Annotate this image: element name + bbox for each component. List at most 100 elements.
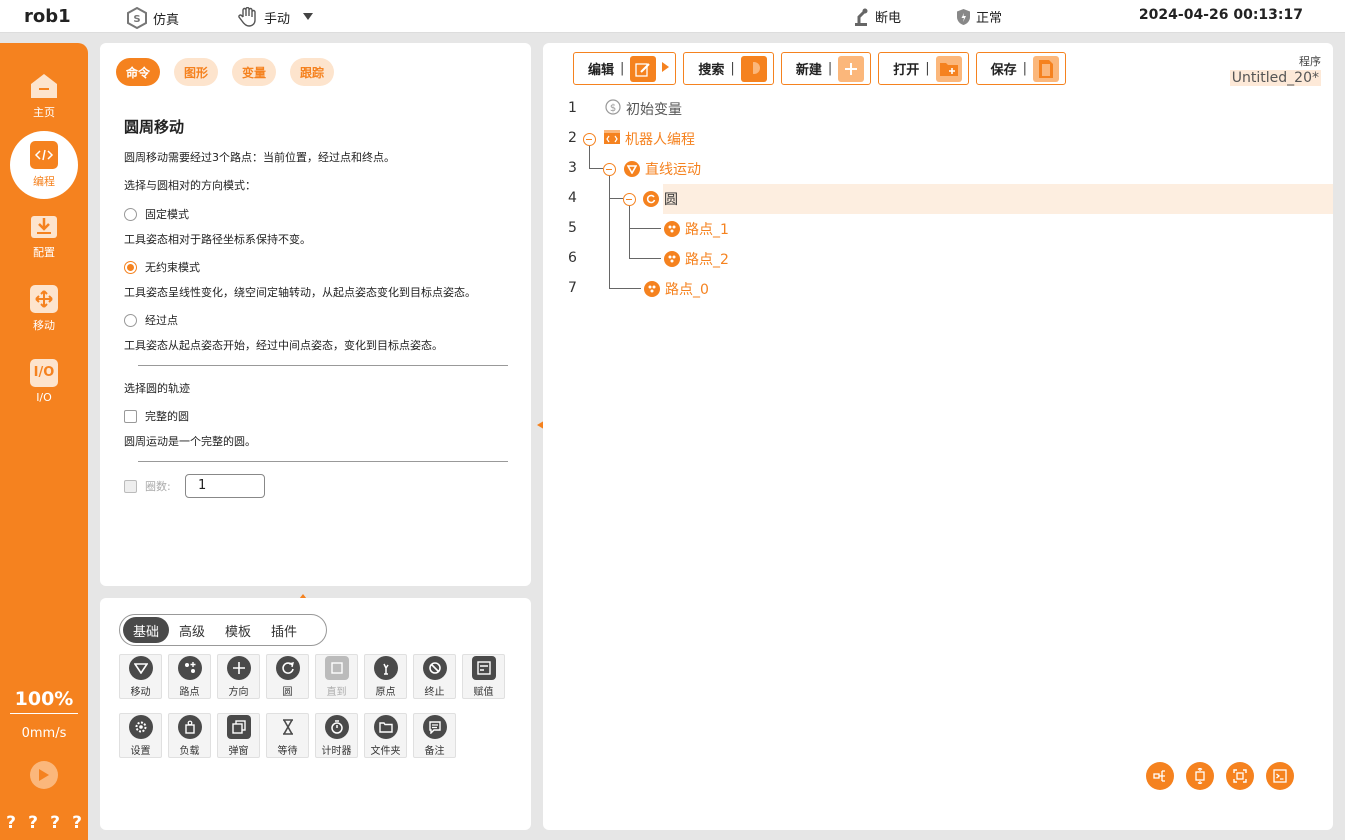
palette-settings-button[interactable]: 设置 xyxy=(119,713,162,758)
sidebar-item-config[interactable]: 配置 xyxy=(0,203,88,269)
palette-folder-button[interactable]: 文件夹 xyxy=(364,713,407,758)
option-description: 工具姿态相对于路径坐标系保持不变。 xyxy=(124,233,311,246)
simulation-indicator[interactable]: S 仿真 xyxy=(126,7,179,29)
expand-tree-button[interactable] xyxy=(1146,762,1174,790)
radio-via-point[interactable] xyxy=(124,313,137,327)
tab-basic[interactable]: 基础 xyxy=(123,617,170,643)
tree-node[interactable]: 路点_2 xyxy=(664,249,729,269)
console-button[interactable] xyxy=(1266,762,1294,790)
search-icon xyxy=(740,55,767,82)
program-line[interactable]: 3 直线运动 xyxy=(543,154,1333,184)
program-name[interactable]: Untitled_20* xyxy=(1229,70,1321,86)
laps-input[interactable]: 1 xyxy=(185,474,265,498)
program-line-selected[interactable]: 4 圆 xyxy=(568,184,1333,214)
option-unconstrained-mode[interactable]: 无约束模式 xyxy=(124,259,200,275)
option-label: 无约束模式 xyxy=(145,261,200,274)
power-indicator[interactable]: 断电 xyxy=(852,7,901,26)
tab-templates[interactable]: 模板 xyxy=(215,617,261,643)
option-fixed-mode[interactable]: 固定模式 xyxy=(124,206,189,222)
palette-stop-button[interactable]: 终止 xyxy=(413,654,456,699)
play-icon xyxy=(39,769,49,781)
sidebar-item-programming[interactable]: 编程 xyxy=(10,131,78,199)
hand-icon xyxy=(237,7,259,27)
palette-move-button[interactable]: 移动 xyxy=(119,654,162,699)
tab-plugins[interactable]: 插件 xyxy=(261,617,307,643)
tab-variables[interactable]: 变量 xyxy=(232,58,277,86)
tree-node[interactable]: 机器人编程 xyxy=(604,129,695,149)
palette-until-button[interactable]: 直到 xyxy=(315,654,358,699)
line-number: 4 xyxy=(568,190,577,206)
tree-node[interactable]: 路点_0 xyxy=(644,279,709,299)
collapse-toggle[interactable] xyxy=(583,133,596,146)
program-toolbar: 编辑 | 搜索 | 新建 | 打开 | 保存 | xyxy=(573,52,1067,85)
tab-command[interactable]: 命令 xyxy=(116,58,161,86)
palette-label: 弹窗 xyxy=(228,745,249,757)
status-mark[interactable]: ? xyxy=(50,813,60,833)
sidebar-item-move[interactable]: 移动 xyxy=(0,276,88,342)
program-line[interactable]: 1 $ 初始变量 xyxy=(543,94,1333,124)
sidebar-item-label: 编程 xyxy=(33,175,55,188)
tab-graphics[interactable]: 图形 xyxy=(174,58,219,86)
tree-node[interactable]: 直线运动 xyxy=(624,159,701,179)
palette-wait-button[interactable]: 等待 xyxy=(266,713,309,758)
robot-name[interactable]: rob1 xyxy=(24,6,71,27)
option-via-point[interactable]: 经过点 xyxy=(124,312,178,328)
command-description: 圆周移动需要经过3个路点：当前位置，经过点和终点。 xyxy=(124,151,395,164)
shield-icon xyxy=(956,8,971,26)
program-line[interactable]: 6 路点_2 xyxy=(543,244,1333,274)
terminal-icon xyxy=(1273,769,1287,783)
status-mark[interactable]: ? xyxy=(72,813,82,833)
option-description: 工具姿态从起点姿态开始，经过中间点姿态，变化到目标点姿态。 xyxy=(124,339,443,352)
palette-timer-button[interactable]: 计时器 xyxy=(315,713,358,758)
line-number: 6 xyxy=(568,250,577,266)
collapse-toggle[interactable] xyxy=(603,163,616,176)
tree-node[interactable]: 圆 xyxy=(643,189,678,209)
node-label: 路点_2 xyxy=(685,252,729,268)
program-line[interactable]: 2 机器人编程 xyxy=(543,124,1333,154)
status-mark[interactable]: ? xyxy=(6,813,16,833)
search-label: 搜索 xyxy=(698,63,725,78)
svg-text:S: S xyxy=(133,14,140,25)
tree-node[interactable]: 路点_1 xyxy=(664,219,729,239)
fit-vertical-button[interactable] xyxy=(1186,762,1214,790)
program-line[interactable]: 5 路点_1 xyxy=(543,214,1333,244)
program-line[interactable]: 7 路点_0 xyxy=(543,274,1333,304)
radio-fixed[interactable] xyxy=(124,207,137,221)
play-button[interactable] xyxy=(30,761,58,789)
sidebar-item-home[interactable]: 主页 xyxy=(0,63,88,129)
full-circle-option[interactable]: 完整的圆 xyxy=(124,408,189,424)
tab-trace[interactable]: 跟踪 xyxy=(290,58,335,86)
speed-percent[interactable]: 100% xyxy=(0,688,88,710)
palette-payload-button[interactable]: 负载 xyxy=(168,713,211,758)
tab-advanced[interactable]: 高级 xyxy=(169,617,215,643)
program-view-tools xyxy=(1146,762,1294,790)
radio-unconstrained[interactable] xyxy=(124,260,137,274)
sidebar-item-label: 主页 xyxy=(33,106,55,119)
tree-node[interactable]: $ 初始变量 xyxy=(605,99,682,119)
palette-label: 设置 xyxy=(130,745,151,757)
edit-button[interactable]: 编辑 | xyxy=(573,52,677,85)
search-button[interactable]: 搜索 | xyxy=(683,52,774,85)
palette-circle-button[interactable]: 圆 xyxy=(266,654,309,699)
sidebar-item-io[interactable]: I/O I/O xyxy=(0,348,88,414)
laps-checkbox[interactable] xyxy=(124,479,137,493)
status-indicator[interactable]: 正常 xyxy=(956,7,1002,26)
mode-dropdown[interactable]: 手动 xyxy=(237,7,314,27)
palette-popup-button[interactable]: 弹窗 xyxy=(217,713,260,758)
waypoint-icon xyxy=(644,281,660,297)
option-label: 固定模式 xyxy=(145,208,189,221)
open-button[interactable]: 打开 | xyxy=(878,52,969,85)
palette-direction-button[interactable]: 方向 xyxy=(217,654,260,699)
palette-comment-button[interactable]: 备注 xyxy=(413,713,456,758)
new-button[interactable]: 新建 | xyxy=(780,52,872,85)
palette-assign-button[interactable]: 赋值 xyxy=(462,654,505,699)
full-circle-checkbox[interactable] xyxy=(124,409,137,423)
save-button[interactable]: 保存 | xyxy=(975,52,1067,85)
program-tree: 1 $ 初始变量 2 机器人编程 3 直线运动 4 圆 5 路点_1 6 路点_… xyxy=(543,94,1333,304)
fit-screen-button[interactable] xyxy=(1226,762,1254,790)
palette-waypoint-button[interactable]: 路点 xyxy=(168,654,211,699)
line-number: 2 xyxy=(568,130,577,146)
status-mark[interactable]: ? xyxy=(28,813,38,833)
collapse-toggle[interactable] xyxy=(623,193,636,206)
palette-origin-button[interactable]: 原点 xyxy=(364,654,407,699)
